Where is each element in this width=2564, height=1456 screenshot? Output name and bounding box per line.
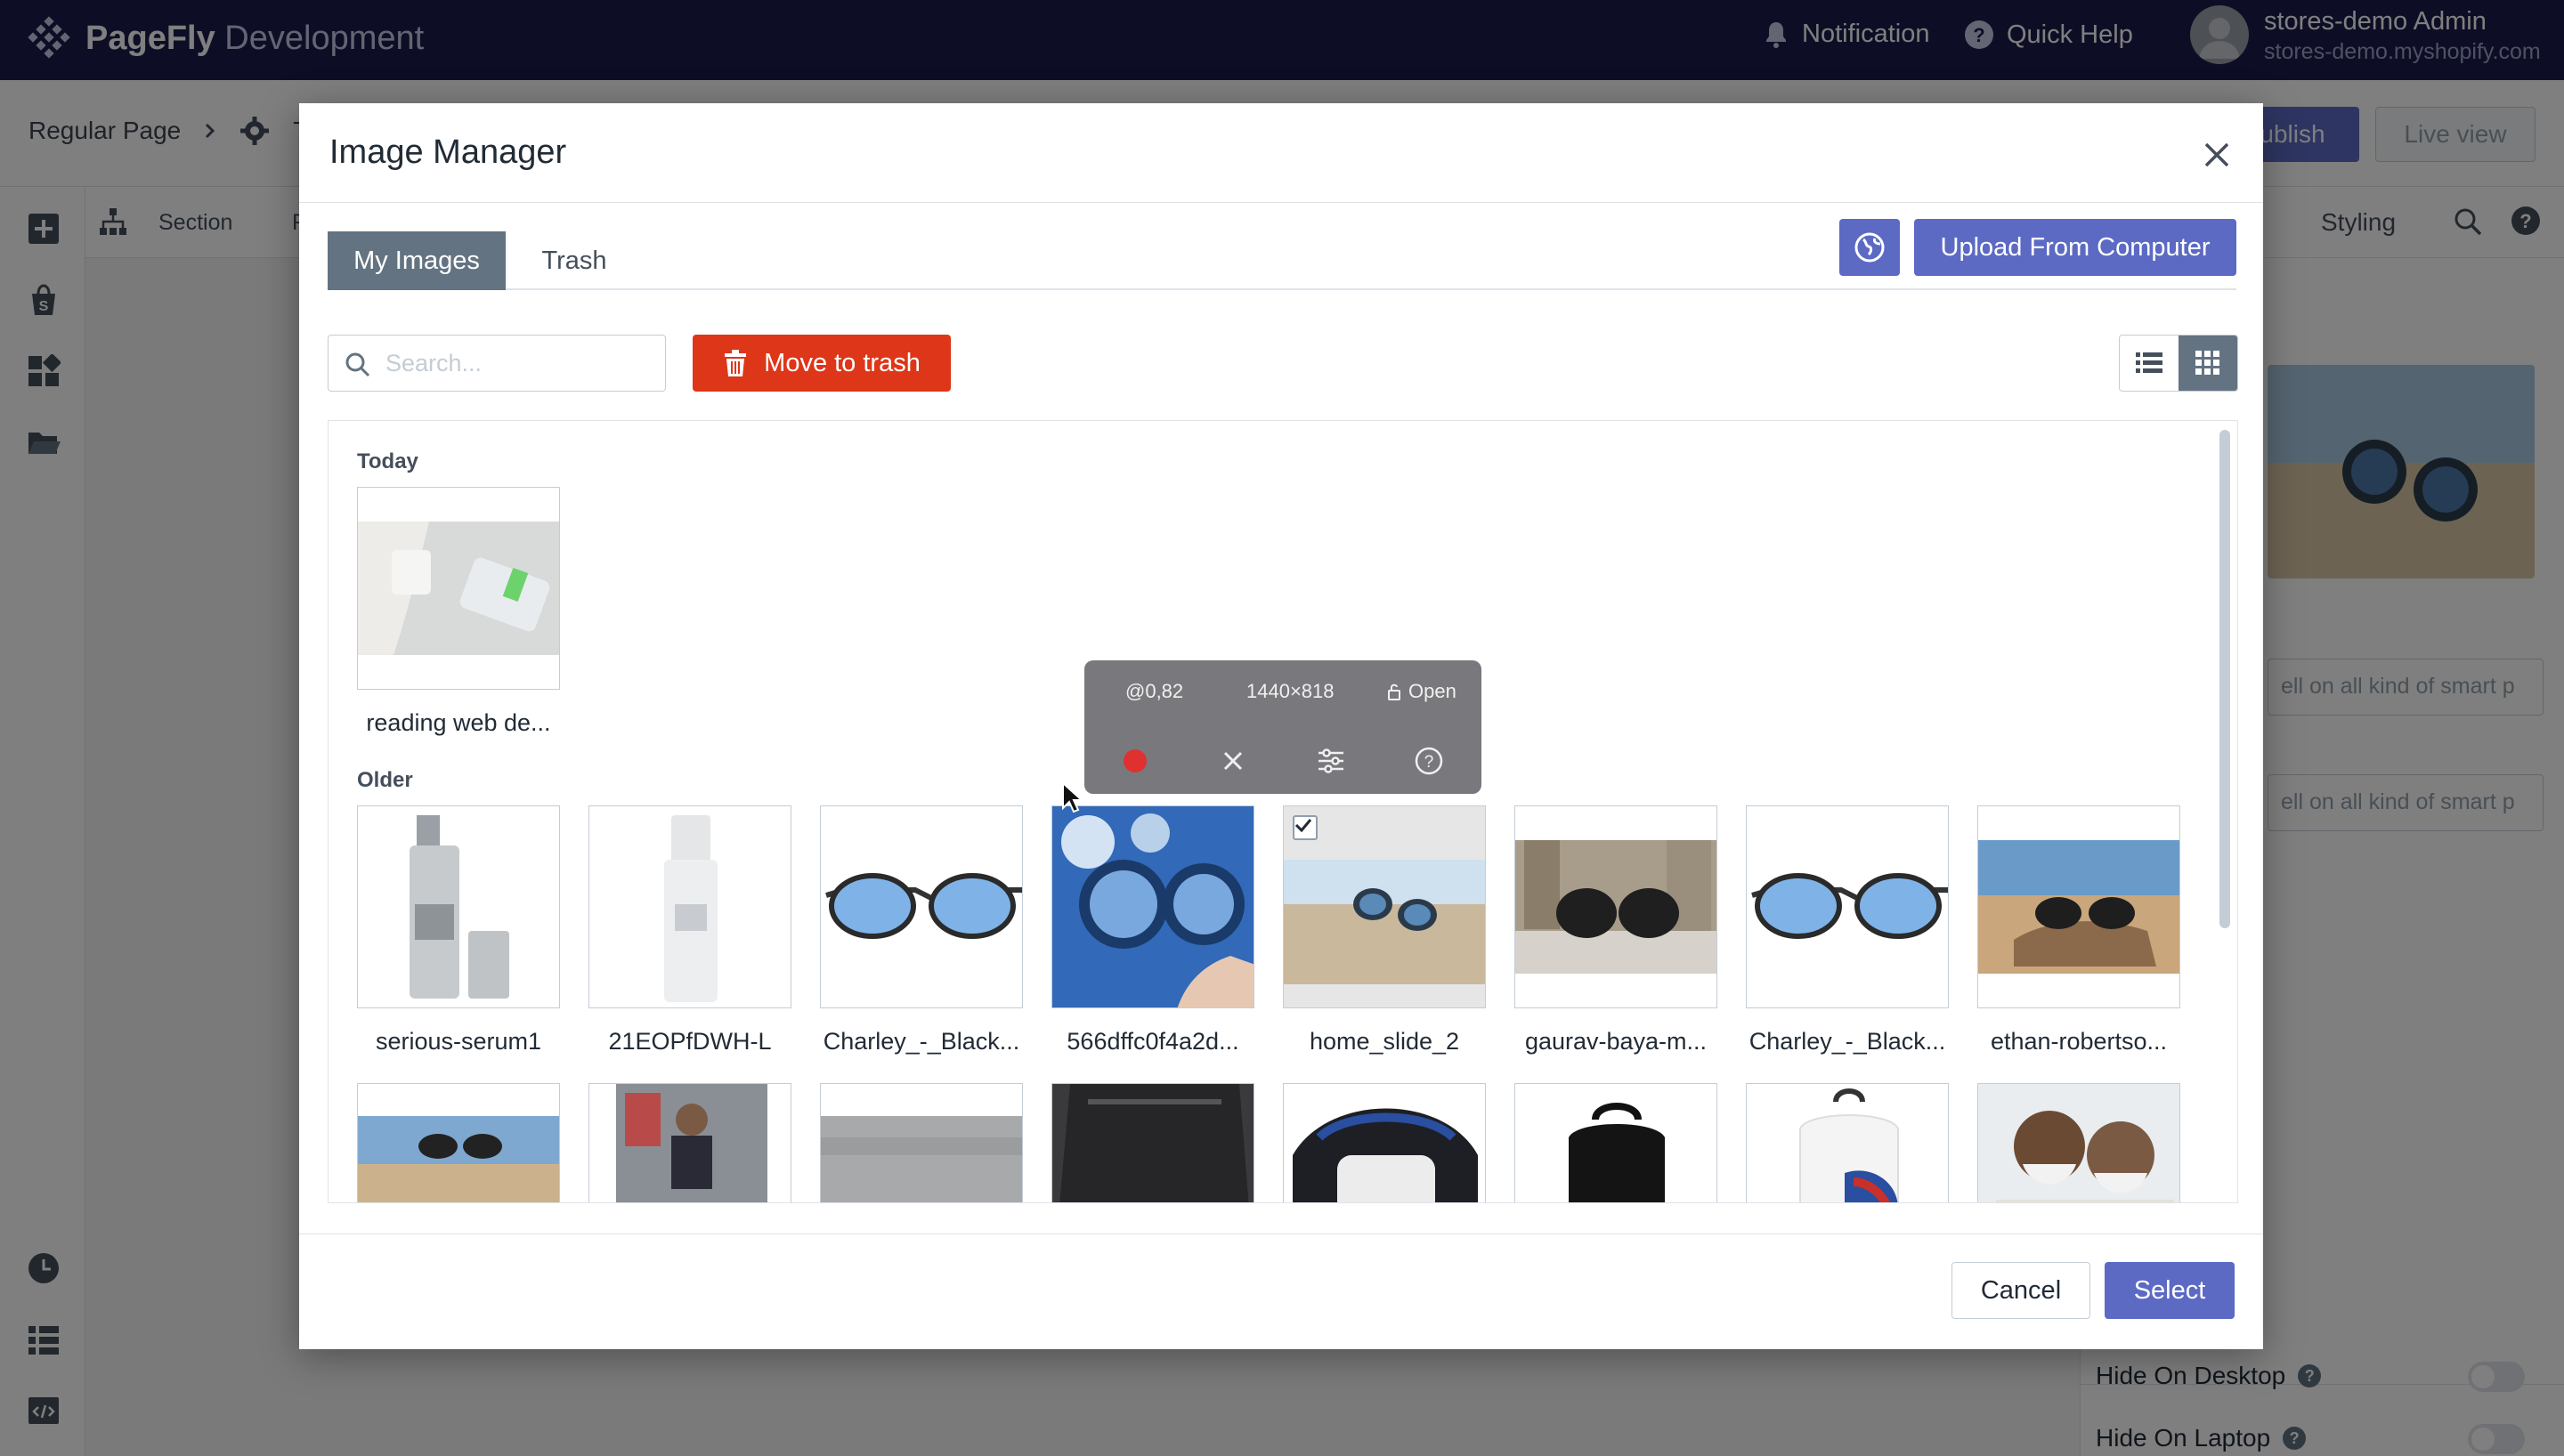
recorder-lock-label: Open bbox=[1408, 680, 1456, 702]
image-thumbnail bbox=[1515, 806, 1716, 1007]
image-thumbnail bbox=[358, 1084, 559, 1202]
image-thumbnail bbox=[1052, 806, 1254, 1007]
image-thumbnail bbox=[1978, 806, 2179, 1007]
record-button[interactable] bbox=[1120, 746, 1150, 776]
image-tile[interactable] bbox=[357, 487, 560, 690]
select-button[interactable]: Select bbox=[2105, 1262, 2235, 1319]
image-name: serious-serum1 bbox=[375, 1028, 542, 1055]
image-tile[interactable] bbox=[1514, 1083, 1717, 1202]
image-name: Charley_-_Black... bbox=[823, 1028, 1020, 1055]
recorder-help-button[interactable]: ? bbox=[1414, 746, 1444, 776]
modal-title: Image Manager bbox=[329, 133, 567, 171]
image-name: gaurav-baya-m... bbox=[1524, 1028, 1708, 1055]
image-thumbnail bbox=[589, 1084, 791, 1202]
move-to-trash-button[interactable]: Move to trash bbox=[693, 335, 951, 392]
image-tile[interactable] bbox=[357, 1083, 560, 1202]
close-icon bbox=[1223, 751, 1243, 771]
view-mode-toggle bbox=[2119, 335, 2238, 392]
recorder-position: @0,82 bbox=[1125, 680, 1184, 702]
image-tile-selected[interactable] bbox=[1283, 805, 1486, 1008]
image-thumbnail bbox=[358, 806, 559, 1007]
image-tile[interactable] bbox=[588, 805, 791, 1008]
image-tile[interactable] bbox=[1051, 805, 1254, 1008]
image-tile[interactable] bbox=[1977, 805, 2180, 1008]
sliders-icon bbox=[1319, 748, 1343, 773]
image-name: 21EOPfDWH-L bbox=[608, 1028, 772, 1055]
checkmark-icon bbox=[1294, 819, 1312, 833]
image-name: ethan-robertso... bbox=[1990, 1028, 2168, 1055]
recorder-size: 1440×818 bbox=[1246, 680, 1335, 702]
search-box bbox=[328, 335, 666, 392]
image-name: home_slide_2 bbox=[1309, 1028, 1460, 1055]
move-to-trash-label: Move to trash bbox=[764, 348, 921, 377]
scrollbar-thumb[interactable] bbox=[2219, 430, 2230, 928]
group-label-today: Today bbox=[357, 449, 418, 473]
group-label-older: Older bbox=[357, 768, 413, 792]
image-thumbnail bbox=[589, 806, 791, 1007]
trash-icon bbox=[725, 350, 747, 376]
list-view-button[interactable] bbox=[2120, 336, 2179, 391]
modal-header: Image Manager bbox=[299, 103, 2263, 203]
record-dot-icon bbox=[1124, 749, 1147, 772]
image-name: 566dffc0f4a2d... bbox=[1067, 1028, 1239, 1055]
recorder-lock[interactable]: Open bbox=[1387, 680, 1456, 703]
search-input[interactable] bbox=[385, 344, 653, 382]
tab-trash[interactable]: Trash bbox=[525, 231, 623, 290]
image-thumbnail bbox=[358, 488, 559, 689]
image-thumbnail bbox=[1284, 1084, 1485, 1202]
image-thumbnail bbox=[1747, 806, 1948, 1007]
image-thumbnail bbox=[1978, 1084, 2179, 1202]
mouse-cursor-icon bbox=[1062, 781, 1083, 813]
help-circle-icon: ? bbox=[1415, 747, 1443, 775]
cancel-button[interactable]: Cancel bbox=[1951, 1262, 2090, 1319]
grid-icon bbox=[2195, 351, 2219, 375]
image-tile[interactable] bbox=[1746, 805, 1949, 1008]
image-tile[interactable] bbox=[820, 1083, 1023, 1202]
svg-text:?: ? bbox=[1424, 753, 1434, 772]
image-tile[interactable] bbox=[357, 805, 560, 1008]
image-tile[interactable] bbox=[1977, 1083, 2180, 1202]
image-tile[interactable] bbox=[820, 805, 1023, 1008]
recorder-settings-button[interactable] bbox=[1316, 746, 1346, 776]
screen-recorder-panel: @0,82 1440×818 Open ? bbox=[1084, 660, 1481, 794]
search-icon bbox=[345, 352, 370, 377]
image-grid[interactable]: Today reading web de... Older serious-se… bbox=[328, 420, 2238, 1203]
unlock-icon bbox=[1388, 684, 1400, 700]
close-icon[interactable] bbox=[2199, 137, 2235, 173]
cancel-recording-button[interactable] bbox=[1218, 746, 1248, 776]
image-thumbnail bbox=[1515, 1084, 1716, 1202]
image-thumbnail bbox=[1747, 1084, 1948, 1202]
image-tile[interactable] bbox=[1283, 1083, 1486, 1202]
image-tile[interactable] bbox=[588, 1083, 791, 1202]
tab-my-images[interactable]: My Images bbox=[328, 231, 506, 290]
upload-from-url-button[interactable] bbox=[1839, 219, 1900, 276]
image-name: reading web de... bbox=[366, 709, 551, 736]
list-icon bbox=[2136, 352, 2162, 373]
image-thumbnail bbox=[821, 806, 1022, 1007]
globe-icon bbox=[1854, 232, 1885, 263]
image-thumbnail bbox=[821, 1084, 1022, 1202]
image-name: Charley_-_Black... bbox=[1749, 1028, 1946, 1055]
image-thumbnail bbox=[1052, 1084, 1254, 1202]
upload-from-computer-button[interactable]: Upload From Computer bbox=[1914, 219, 2236, 276]
image-tile[interactable] bbox=[1514, 805, 1717, 1008]
grid-view-button[interactable] bbox=[2179, 336, 2237, 391]
selection-checkbox[interactable] bbox=[1293, 815, 1318, 840]
image-tile[interactable] bbox=[1746, 1083, 1949, 1202]
image-tile[interactable] bbox=[1051, 1083, 1254, 1202]
